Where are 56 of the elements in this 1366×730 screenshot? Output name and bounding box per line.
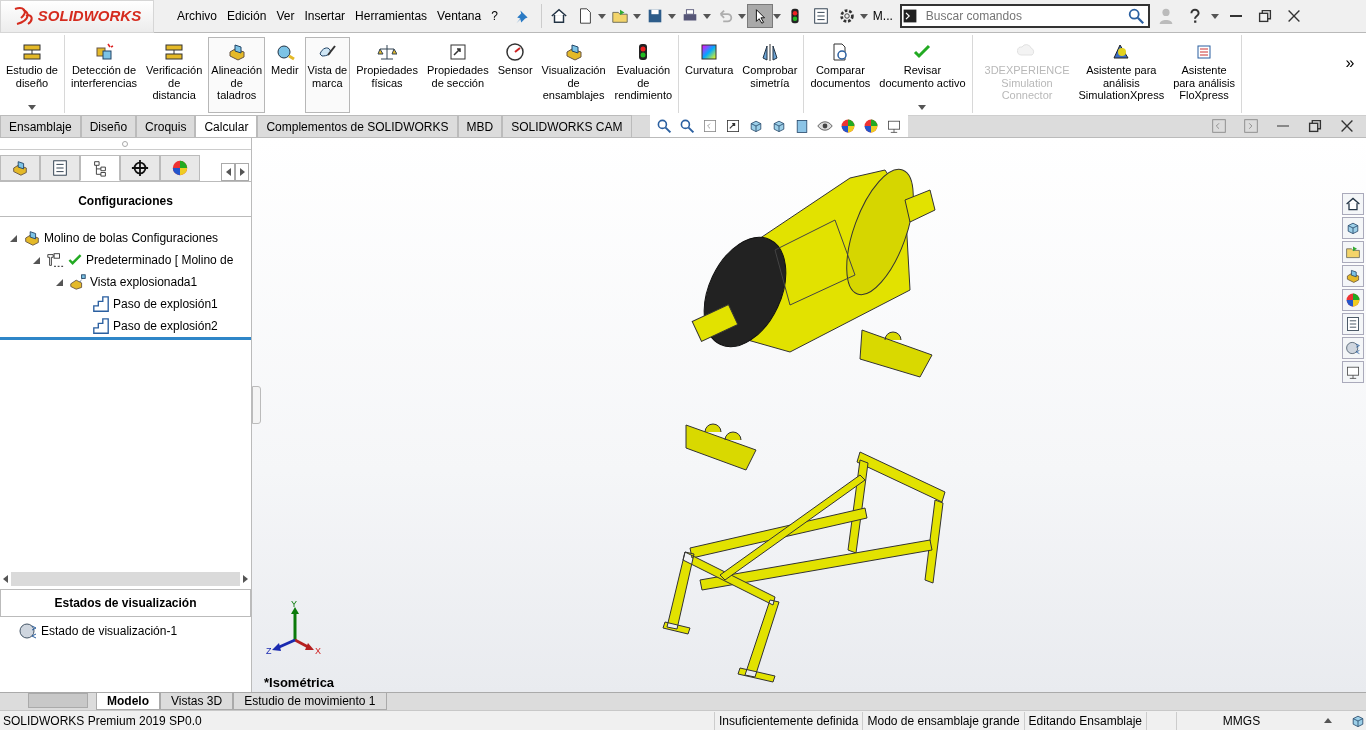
ribbon-button[interactable]: Propiedades de sección [423, 37, 492, 113]
axis-label: Y [291, 599, 297, 609]
tree-item[interactable]: Predeterminado [ Molino de [86, 251, 234, 269]
menu-item[interactable]: Edición [222, 7, 272, 25]
app-logo: SOLIDWORKS [0, 0, 154, 33]
toolbar-overflow[interactable]: M... [868, 7, 897, 25]
ribbon-button[interactable]: Medir [268, 37, 302, 113]
menu-item[interactable]: ? [486, 7, 503, 25]
ribbon-button[interactable]: Comparar documentos [807, 37, 874, 113]
command-tab[interactable]: Diseño [80, 115, 137, 137]
axis-label: Z [266, 646, 272, 656]
status-field: Editando Ensamblaje [1023, 711, 1146, 730]
tree-item[interactable]: Paso de explosión1 [113, 295, 218, 313]
command-tab[interactable]: Complementos de SOLIDWORKS [257, 115, 458, 137]
command-tab[interactable]: Calcular [195, 115, 258, 137]
bottom-tab[interactable]: Estudio de movimiento 1 [233, 693, 387, 710]
command-tab[interactable]: Ensamblaje [0, 115, 81, 137]
status-field: Insuficientemente definida [714, 711, 863, 730]
ribbon-button[interactable]: Visualización de ensamblajes [538, 37, 609, 113]
command-tab[interactable]: Croquis [136, 115, 196, 137]
command-tab[interactable]: SOLIDWORKS CAM [502, 115, 632, 137]
tree-item[interactable]: Paso de explosión2 [113, 317, 218, 335]
menu-item[interactable]: Insertar [299, 7, 351, 25]
menu-item[interactable]: Herramientas [350, 7, 433, 25]
ribbon-button[interactable]: Curvatura [682, 37, 737, 113]
ribbon-button[interactable]: Asistente para análisis FloXpress [1170, 37, 1238, 113]
tree-item[interactable]: Vista explosionada1 [90, 273, 198, 291]
command-tab[interactable]: MBD [457, 115, 503, 137]
ribbon-button[interactable]: Propiedades físicas [353, 37, 421, 113]
ribbon-button[interactable]: Detección de interferencias [68, 37, 141, 113]
ribbon-button[interactable]: Asistente para análisis SimulationXpress [1075, 37, 1168, 113]
menu-item[interactable]: Archivo [172, 7, 222, 25]
search-input[interactable]: Buscar comandos [923, 6, 1104, 26]
list-item[interactable]: Estado de visualización-1 [41, 622, 178, 640]
status-field: Modo de ensamblaje grande [862, 711, 1024, 730]
section-header: Estados de visualización [0, 589, 251, 617]
more-button[interactable]: » [1337, 51, 1363, 75]
menu-item[interactable]: Ver [271, 7, 300, 25]
ribbon-button[interactable]: Alineación de taladros [208, 37, 266, 113]
ribbon-button[interactable]: Revisar documento activo [876, 37, 969, 113]
view-name: *Isométrica [264, 673, 335, 692]
bottom-tab[interactable]: Modelo [96, 693, 160, 710]
bottom-tab[interactable]: Vistas 3D [160, 693, 234, 710]
product-version: SOLIDWORKS Premium 2019 SP0.0 [2, 712, 202, 730]
panel-title: Configuraciones [0, 182, 251, 217]
search-bar[interactable]: Buscar comandos [899, 4, 1150, 28]
menu-item[interactable]: Ventana [432, 7, 487, 25]
ribbon-button[interactable]: Comprobar simetría [739, 37, 801, 113]
tree-item[interactable]: Molino de bolas Configuraciones [44, 229, 219, 247]
axis-label: X [315, 646, 321, 656]
units-selector[interactable]: MMGS [1176, 711, 1306, 730]
ribbon-button[interactable]: Verificación de distancia [143, 37, 206, 113]
ribbon-button[interactable]: Estudio de diseño [3, 37, 61, 113]
ribbon-button[interactable]: Vista de marca [304, 37, 351, 113]
ribbon-button[interactable]: Evaluación de rendimiento [611, 37, 676, 113]
ribbon-button[interactable]: Sensor [494, 37, 536, 113]
